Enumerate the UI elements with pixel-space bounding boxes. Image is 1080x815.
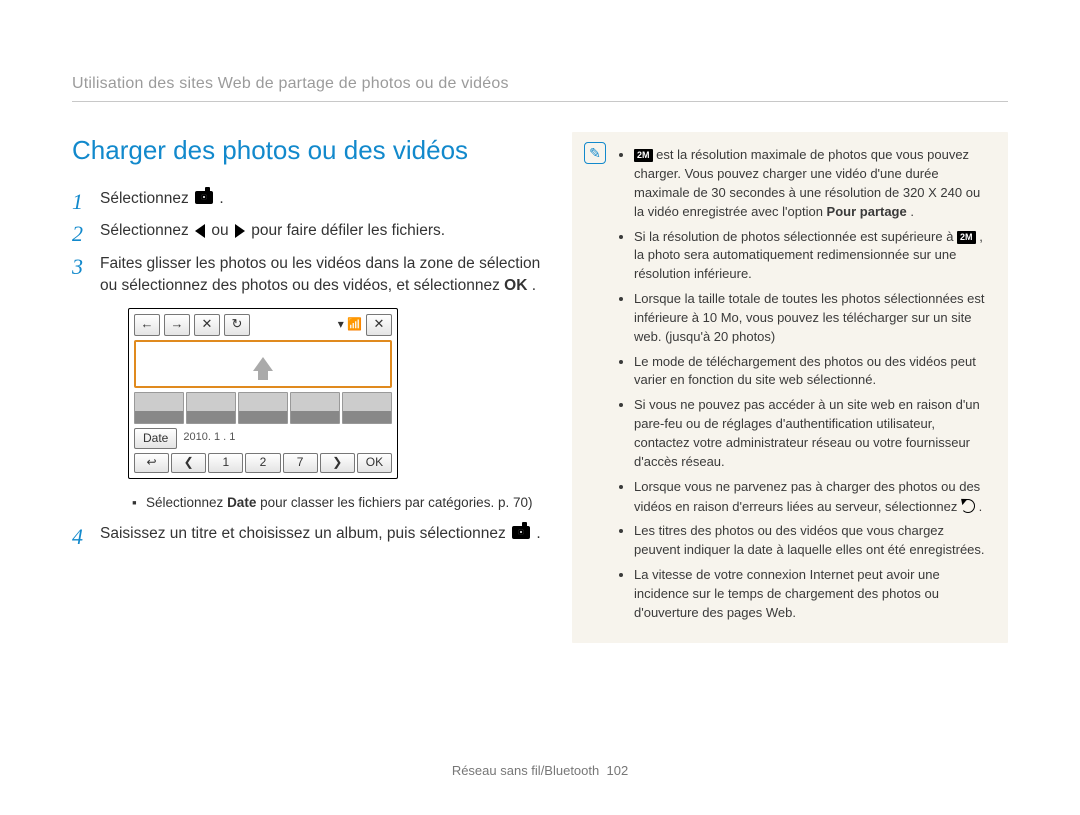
step-1-end: . xyxy=(219,190,223,207)
retry-icon xyxy=(961,499,975,513)
step-1: Sélectionnez . xyxy=(72,188,548,210)
sub-bullet-date: Sélectionnez Date pour classer les fichi… xyxy=(128,493,548,513)
back-arrow-icon: ← xyxy=(134,314,160,336)
note-1-pre: est la résolution maximale de photos que… xyxy=(634,147,980,219)
pager-7: 7 xyxy=(283,453,318,473)
step-2-post: pour faire défiler les fichiers. xyxy=(251,222,445,239)
note-2: Si la résolution de photos sélectionnée … xyxy=(634,228,992,285)
fwd-arrow-icon: → xyxy=(164,314,190,336)
screen-toolbar: ← → ✕ ↻ ▾ 📶 ✕ xyxy=(134,314,392,336)
note-list: 2M est la résolution maximale de photos … xyxy=(618,146,992,622)
date-value: 2010. 1 . 1 xyxy=(183,430,235,446)
toolbar-close-icon: ✕ xyxy=(366,314,392,336)
pager-row: ↩ ❮ 1 2 7 ❯ OK xyxy=(134,453,392,473)
upload-dropzone xyxy=(134,340,392,388)
note-1: 2M est la résolution maximale de photos … xyxy=(634,146,992,221)
refresh-icon: ↻ xyxy=(224,314,250,336)
camera-icon xyxy=(195,191,213,204)
note-info-icon: ✎ xyxy=(584,142,606,164)
thumb-2 xyxy=(186,392,236,424)
footer-page-number: 102 xyxy=(606,763,628,778)
up-arrow-icon xyxy=(253,357,273,371)
step-2-pre: Sélectionnez xyxy=(100,222,193,239)
resolution-2m-icon: 2M xyxy=(634,149,653,162)
note-4: Le mode de téléchargement des photos ou … xyxy=(634,353,992,391)
date-row: Date 2010. 1 . 1 xyxy=(134,428,392,449)
note-2-pre: Si la résolution de photos sélectionnée … xyxy=(634,229,957,244)
pager-ok: OK xyxy=(357,453,392,473)
right-column: ✎ 2M est la résolution maximale de photo… xyxy=(572,132,1008,642)
manual-page: Utilisation des sites Web de partage de … xyxy=(0,0,1080,643)
close-icon: ✕ xyxy=(194,314,220,336)
running-head: Utilisation des sites Web de partage de … xyxy=(72,72,1008,102)
thumb-3 xyxy=(238,392,288,424)
pager-prev: ❮ xyxy=(171,453,206,473)
note-3: Lorsque la taille totale de toutes les p… xyxy=(634,290,992,347)
thumb-1 xyxy=(134,392,184,424)
note-5: Si vous ne pouvez pas accéder à un site … xyxy=(634,396,992,471)
thumb-5 xyxy=(342,392,392,424)
step-2-mid: ou xyxy=(211,222,233,239)
section-title: Charger des photos ou des vidéos xyxy=(72,132,548,170)
step-4-end: . xyxy=(536,525,540,542)
thumb-4 xyxy=(290,392,340,424)
step-1-text: Sélectionnez xyxy=(100,190,193,207)
step-3-ok: OK xyxy=(504,277,527,294)
step-3-text: Faites glisser les photos ou les vidéos … xyxy=(100,255,540,294)
sub-bullet-pre: Sélectionnez xyxy=(146,495,227,510)
page-footer: Réseau sans fil/Bluetooth 102 xyxy=(0,762,1080,781)
pager-1: 1 xyxy=(208,453,243,473)
two-column-layout: Charger des photos ou des vidéos Sélecti… xyxy=(72,132,1008,642)
resolution-2m-icon: 2M xyxy=(957,231,976,244)
note-1-bold: Pour partage xyxy=(827,204,907,219)
sub-bullet-bold: Date xyxy=(227,495,256,510)
sub-bullet-post: pour classer les fichiers par catégories… xyxy=(260,495,532,510)
step-list: Sélectionnez . Sélectionnez ou pour fair… xyxy=(72,188,548,545)
footer-label: Réseau sans fil/Bluetooth xyxy=(452,763,599,778)
pager-undo: ↩ xyxy=(134,453,169,473)
note-6-pre: Lorsque vous ne parvenez pas à charger d… xyxy=(634,479,980,514)
camera-icon xyxy=(512,526,530,539)
pager-2: 2 xyxy=(245,453,280,473)
chevron-left-icon xyxy=(195,224,205,238)
step-2: Sélectionnez ou pour faire défiler les f… xyxy=(72,220,548,242)
note-6-end: . xyxy=(979,499,983,514)
pager-next: ❯ xyxy=(320,453,355,473)
left-column: Charger des photos ou des vidéos Sélecti… xyxy=(72,132,548,642)
note-7: Les titres des photos ou des vidéos que … xyxy=(634,522,992,560)
note-8: La vitesse de votre connexion Internet p… xyxy=(634,566,992,623)
note-1-end: . xyxy=(910,204,914,219)
step-3: Faites glisser les photos ou les vidéos … xyxy=(72,253,548,513)
note-6: Lorsque vous ne parvenez pas à charger d… xyxy=(634,478,992,517)
wifi-icon: ▾ 📶 xyxy=(338,316,362,333)
step-4-text: Saisissez un titre et choisissez un albu… xyxy=(100,525,510,542)
step-4: Saisissez un titre et choisissez un albu… xyxy=(72,523,548,545)
step-3-end: . xyxy=(532,277,536,294)
thumbnail-row xyxy=(134,392,392,424)
note-box: ✎ 2M est la résolution maximale de photo… xyxy=(572,132,1008,642)
device-screen-illustration: ← → ✕ ↻ ▾ 📶 ✕ xyxy=(128,308,398,479)
chevron-right-icon xyxy=(235,224,245,238)
date-category-button: Date xyxy=(134,428,177,449)
